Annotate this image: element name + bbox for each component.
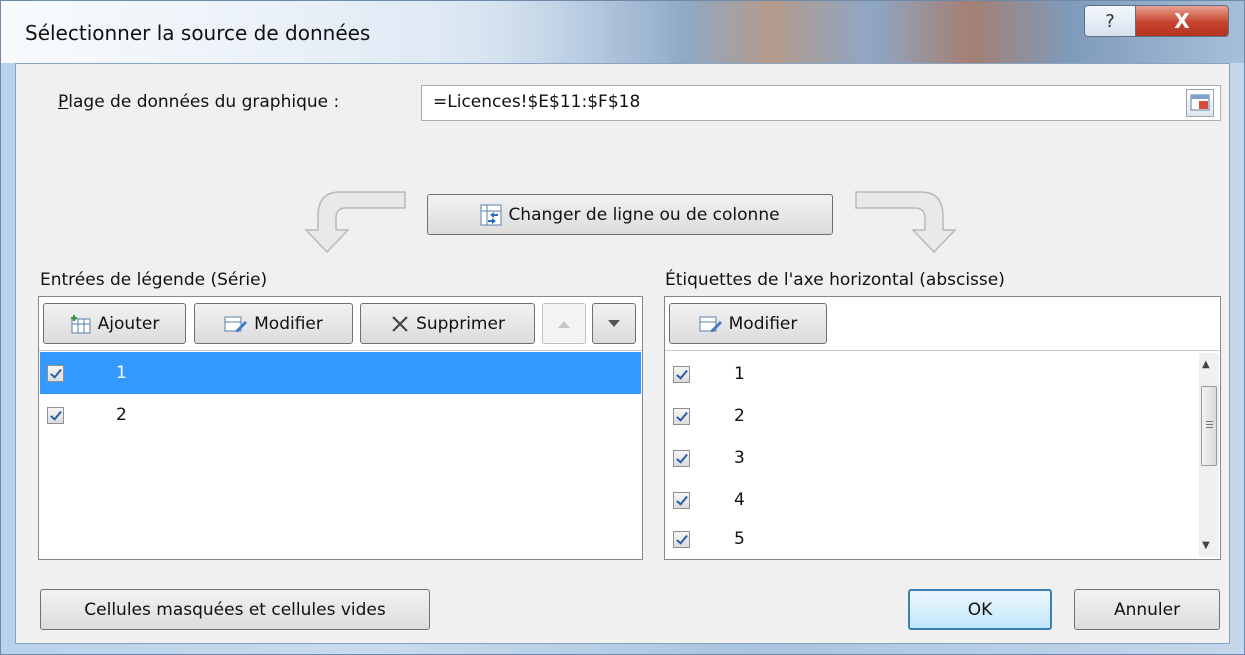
left-curved-arrow-icon [304, 191, 406, 254]
add-series-button[interactable]: Ajouter [43, 303, 186, 344]
cancel-label: Annuler [1113, 599, 1181, 620]
edit-series-button[interactable]: Modifier [194, 303, 353, 344]
axis-checkbox[interactable] [673, 365, 690, 383]
switch-button-label: Changer de ligne ou de colonne [508, 204, 780, 225]
edit-label: Modifier [254, 313, 323, 334]
range-label-text: lage de données du graphique : [68, 92, 340, 112]
range-select-icon [1190, 94, 1210, 111]
axis-edit-label: Modifier [728, 313, 798, 334]
legend-list-item[interactable]: 2 [40, 394, 641, 436]
series-checkbox[interactable] [47, 406, 64, 424]
delete-icon [392, 315, 408, 332]
move-down-button[interactable] [592, 303, 636, 344]
delete-label: Supprimer [416, 313, 505, 334]
edit-icon [699, 316, 722, 332]
legend-heading: Entrées de légende (Série) [40, 270, 268, 290]
range-label-accesskey: P [58, 92, 69, 112]
series-label: 2 [116, 405, 127, 425]
axis-checkbox[interactable] [673, 407, 690, 425]
scroll-up-icon[interactable]: ▲ [1202, 359, 1210, 370]
series-label: 1 [116, 363, 127, 383]
scrollbar-thumb[interactable] [1201, 386, 1217, 466]
ok-button[interactable]: OK [908, 589, 1052, 630]
axis-label: 1 [734, 364, 745, 384]
axis-label: 5 [734, 529, 745, 549]
hidden-empty-cells-button[interactable]: Cellules masquées et cellules vides [40, 589, 430, 630]
dialog-window: Sélectionner la source de données ? X Pl… [0, 0, 1245, 655]
triangle-down-icon [608, 319, 620, 327]
axis-panel: Modifier 1 2 3 4 5 ▲ ▼ [664, 296, 1221, 560]
close-button[interactable]: X [1135, 5, 1229, 37]
ok-label: OK [967, 599, 993, 620]
dialog-title: Sélectionner la source de données [25, 21, 371, 45]
edit-axis-button[interactable]: Modifier [669, 303, 827, 344]
move-up-button[interactable] [542, 303, 586, 344]
edit-icon [224, 316, 248, 332]
axis-label: 3 [734, 448, 745, 468]
axis-list-item[interactable]: 3 [666, 437, 1196, 479]
delete-series-button[interactable]: Supprimer [360, 303, 535, 344]
axis-heading: Étiquettes de l'axe horizontal (abscisse… [665, 270, 1005, 290]
axis-list-item[interactable]: 5 [666, 521, 1196, 557]
switch-row-column-button[interactable]: Changer de ligne ou de colonne [427, 194, 833, 235]
range-input[interactable]: =Licences!$E$11:$F$18 [421, 85, 1221, 121]
axis-toolbar-divider [665, 350, 1220, 351]
axis-checkbox[interactable] [673, 449, 690, 467]
axis-list-item[interactable]: 4 [666, 479, 1196, 521]
right-curved-arrow-icon [855, 191, 957, 254]
range-value: =Licences!$E$11:$F$18 [433, 92, 641, 112]
axis-list-item[interactable]: 1 [666, 353, 1196, 395]
collapse-dialog-button[interactable] [1186, 89, 1214, 117]
triangle-up-icon [558, 320, 570, 328]
help-button[interactable]: ? [1084, 5, 1136, 37]
title-bar[interactable]: Sélectionner la source de données ? X [1, 1, 1244, 63]
axis-list-item[interactable]: 2 [666, 395, 1196, 437]
axis-label: 2 [734, 406, 745, 426]
add-icon [70, 314, 91, 333]
legend-panel: Ajouter Modifier Supprimer 1 2 [38, 296, 643, 560]
axis-scrollbar[interactable]: ▲ ▼ [1199, 353, 1219, 557]
axis-checkbox[interactable] [673, 491, 690, 509]
add-label: Ajouter [97, 313, 160, 334]
switch-row-column-icon [480, 204, 502, 225]
axis-checkbox[interactable] [673, 530, 690, 548]
legend-toolbar-divider [39, 350, 642, 351]
hidden-cells-label: Cellules masquées et cellules vides [84, 599, 386, 620]
range-label: Plage de données du graphique : [58, 92, 339, 112]
legend-list-item[interactable]: 1 [40, 352, 641, 394]
cancel-button[interactable]: Annuler [1074, 589, 1220, 630]
dialog-body: Plage de données du graphique : =Licence… [15, 63, 1230, 644]
series-checkbox[interactable] [47, 364, 64, 382]
axis-label: 4 [734, 490, 745, 510]
scroll-down-icon[interactable]: ▼ [1202, 540, 1210, 551]
